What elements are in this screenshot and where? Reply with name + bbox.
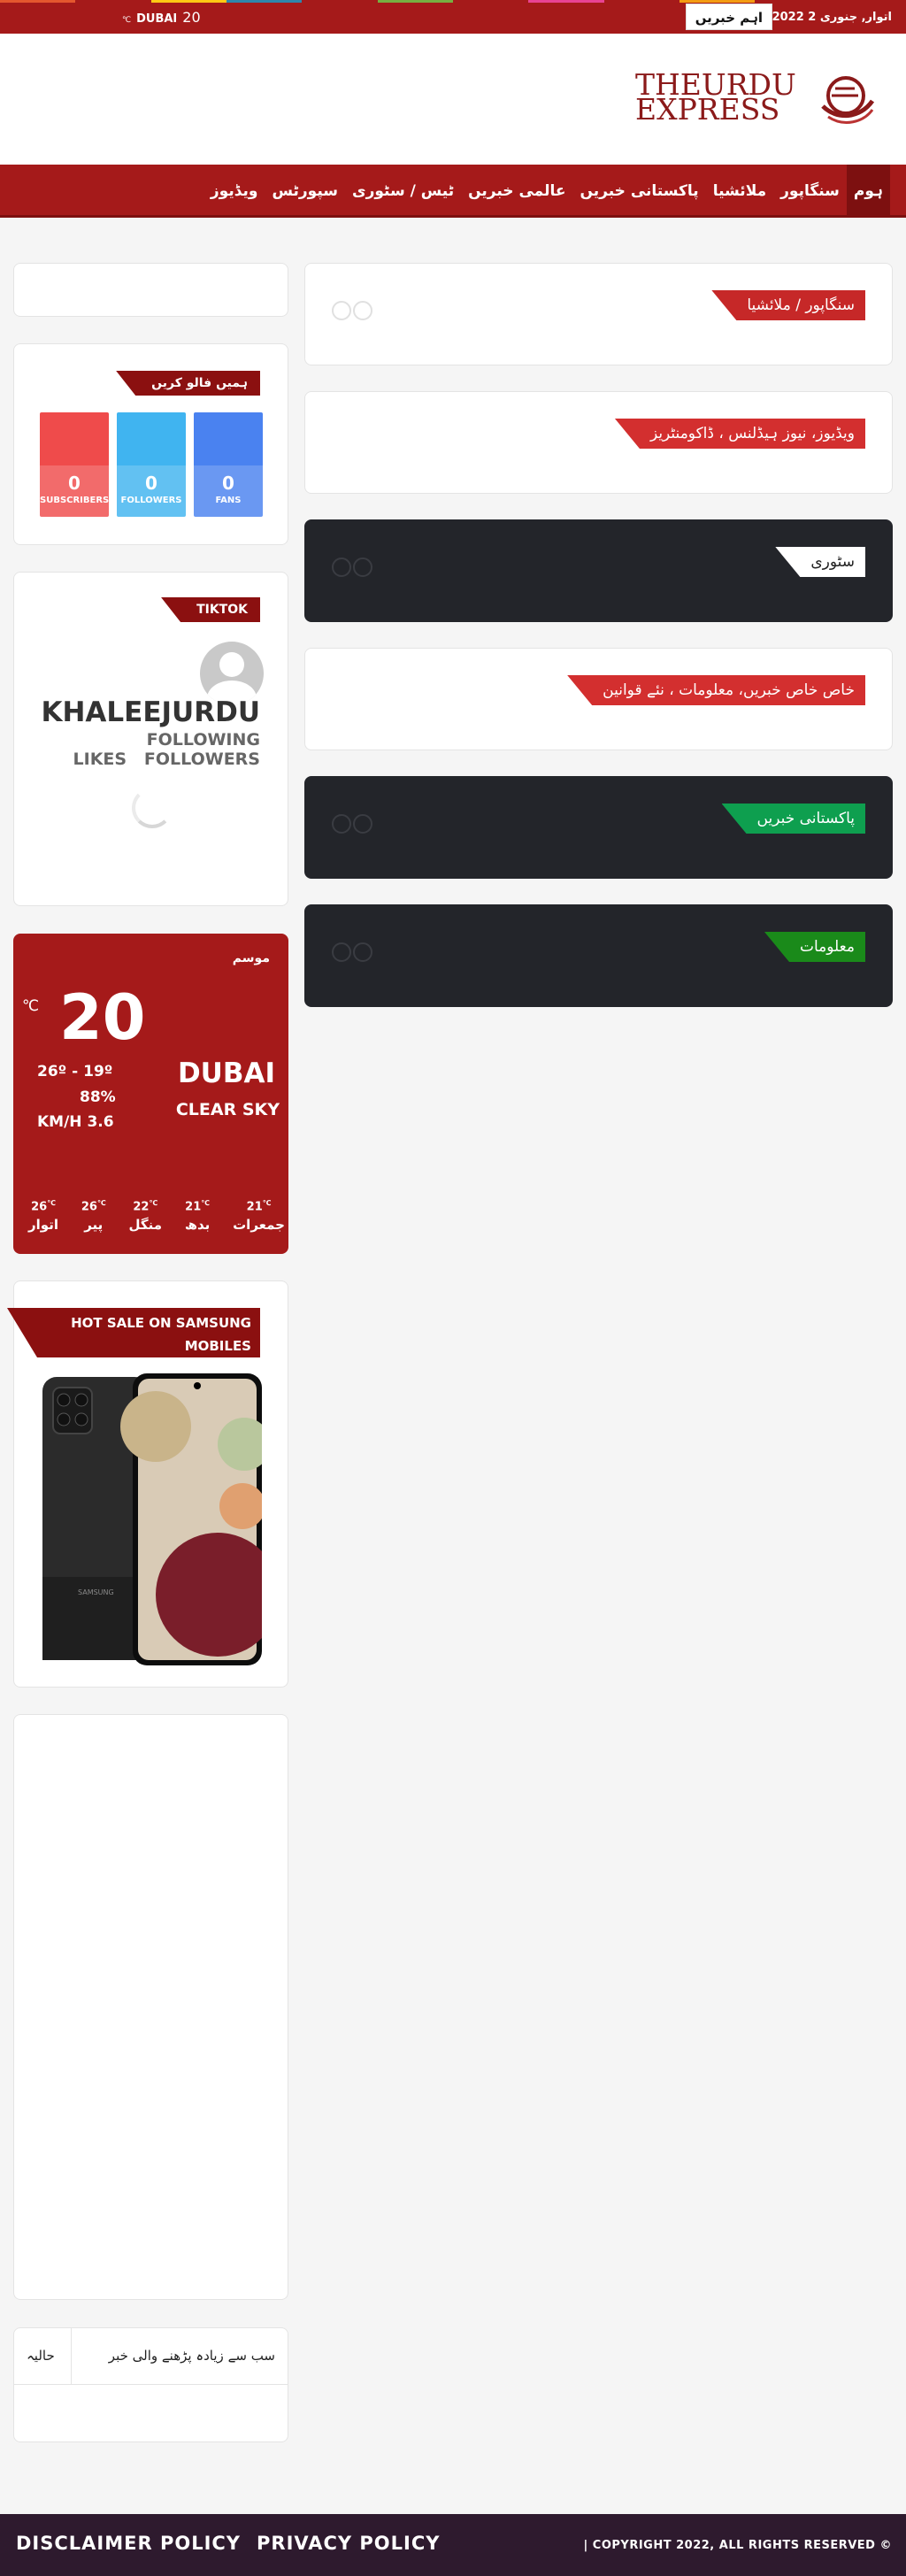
copyright-text: | COPYRIGHT 2022, ALL RIGHTS RESERVED © bbox=[583, 2539, 892, 2552]
youtube-subscribers-button[interactable]: 0 SUBSCRIBERS bbox=[40, 412, 109, 517]
stripe-segment bbox=[528, 0, 604, 3]
nav-item-stories[interactable]: ٹیس / سٹوری bbox=[345, 165, 461, 218]
weather-unit: ℃ bbox=[22, 997, 40, 1015]
weather-title: موسم bbox=[232, 951, 270, 965]
stripe-segment bbox=[150, 0, 226, 3]
forecast-day: ℃26 پیر bbox=[81, 1199, 106, 1234]
swirl-globe-icon bbox=[821, 76, 874, 124]
breaking-news-label[interactable]: اہم خبریں bbox=[685, 4, 772, 30]
weather-wind: KM/H 3.6 bbox=[37, 1113, 114, 1131]
loading-indicator bbox=[332, 814, 372, 834]
weather-city: DUBAI bbox=[177, 1057, 275, 1089]
news-block-special: خاص خاص خبریں، معلومات ، نئے قوانین bbox=[304, 648, 893, 750]
block-title[interactable]: سٹوری bbox=[775, 547, 865, 577]
fans-label: FANS bbox=[215, 496, 242, 505]
loading-indicator bbox=[332, 557, 372, 577]
top-bar: اتوار, جنوری 2 2022 اہم خبریں ℃ DUBAI 20 bbox=[0, 0, 906, 34]
logo-line-2: EXPRESS bbox=[635, 92, 780, 127]
stripe-segment bbox=[226, 0, 303, 3]
follow-us-widget: ہمیں فالو کریں 0 FANS 0 FOLLOWERS 0 SUBSCRI… bbox=[13, 343, 288, 545]
news-block-pakistan: پاکستانی خبریں bbox=[304, 776, 893, 879]
stripe-segment bbox=[0, 0, 76, 3]
forecast-day: ℃21 بدھ bbox=[184, 1199, 211, 1234]
tab-recent[interactable]: حالیہ bbox=[27, 2328, 55, 2383]
subscribers-count: 0 bbox=[68, 473, 81, 494]
stripe-segment bbox=[452, 0, 529, 3]
followers-count: 0 bbox=[145, 473, 157, 494]
tiktok-username[interactable]: KHALEEJURDU bbox=[41, 696, 260, 728]
stripe-segment bbox=[603, 0, 680, 3]
weather-forecast: ℃26 اتوار ℃26 پیر ℃22 منگل ℃21 بدھ ℃21 جمعرات bbox=[28, 1199, 285, 1233]
stripe-segment bbox=[302, 0, 378, 3]
promo-widget: HOT SALE ON SAMSUNG MOBILES SAMSUNG bbox=[7, 1280, 288, 1688]
likes-followers-label: LIKES FOLLOWERS bbox=[73, 750, 260, 769]
subscribers-label: SUBSCRIBERS bbox=[40, 496, 109, 505]
weather-range: 26º - 19º bbox=[37, 1063, 113, 1080]
weather-description: CLEAR SKY bbox=[175, 1100, 280, 1119]
ad-placeholder-widget bbox=[13, 1714, 288, 2300]
privacy-policy-link[interactable]: PRIVACY POLICY bbox=[257, 2533, 440, 2554]
block-title[interactable]: پاکستانی خبریں bbox=[721, 804, 865, 834]
site-footer: DISCLAIMER POLICY PRIVACY POLICY | COPYR… bbox=[0, 2514, 906, 2576]
stripe-segment bbox=[377, 0, 453, 3]
news-block-info: معلومات bbox=[304, 904, 893, 1007]
nav-item-pakistan-news[interactable]: پاکستانی خبریں bbox=[572, 165, 705, 218]
stripe-segment bbox=[75, 0, 151, 3]
widget-title: TIKTOK bbox=[161, 597, 260, 622]
loading-indicator bbox=[332, 942, 372, 962]
tab-most-read[interactable]: سب سے زیادہ پڑھنے والی خبر bbox=[109, 2328, 275, 2383]
nav-item-sports[interactable]: سپورٹس bbox=[265, 165, 345, 218]
top-weather-city: DUBAI bbox=[136, 12, 178, 26]
sidebar-empty-widget bbox=[13, 263, 288, 317]
tiktok-stats: FOLLOWING LIKES FOLLOWERS bbox=[73, 730, 260, 769]
top-weather-temp: 20 bbox=[182, 9, 201, 26]
widget-title: ہمیں فالو کریں bbox=[116, 371, 260, 396]
news-block-stories: سٹوری bbox=[304, 519, 893, 622]
posts-tabs-widget: سب سے زیادہ پڑھنے والی خبر حالیہ bbox=[13, 2327, 288, 2442]
weather-humidity: 88% bbox=[80, 1088, 116, 1106]
facebook-fans-button[interactable]: 0 FANS bbox=[194, 412, 263, 517]
block-title[interactable]: معلومات bbox=[764, 932, 865, 962]
stripe-segment bbox=[830, 0, 906, 3]
forecast-day: ℃21 جمعرات bbox=[233, 1199, 285, 1234]
followers-label: FOLLOWERS bbox=[120, 496, 182, 505]
top-weather-widget: ℃ DUBAI 20 bbox=[122, 9, 201, 26]
forecast-day: ℃26 اتوار bbox=[28, 1199, 58, 1234]
site-header: THEURDU EXPRESS bbox=[0, 34, 906, 165]
news-block-singapore: سنگاپور / ملائشیا bbox=[304, 263, 893, 365]
stripe-segment bbox=[679, 0, 756, 3]
site-logo[interactable]: THEURDU EXPRESS bbox=[633, 69, 874, 131]
loading-spinner bbox=[132, 788, 173, 828]
color-stripe bbox=[0, 0, 906, 3]
loading-indicator bbox=[332, 301, 372, 320]
stripe-segment bbox=[755, 0, 831, 3]
block-title[interactable]: خاص خاص خبریں، معلومات ، نئے قوانین bbox=[567, 675, 865, 705]
samsung-phone-image[interactable]: SAMSUNG bbox=[41, 1373, 262, 1665]
block-title[interactable]: سنگاپور / ملائشیا bbox=[711, 290, 865, 320]
weather-widget: موسم ℃ 20 26º - 19º 88% KM/H 3.6 DUBAI C… bbox=[13, 934, 288, 1254]
promo-title[interactable]: HOT SALE ON SAMSUNG MOBILES bbox=[7, 1308, 260, 1357]
tiktok-widget: TIKTOK KHALEEJURDU FOLLOWING LIKES FOLLO… bbox=[13, 572, 288, 906]
temp-unit: ℃ bbox=[122, 16, 132, 25]
block-title[interactable]: ویڈیوز، نیوز ہیڈلنس ، ڈاکومنٹریز bbox=[614, 419, 865, 449]
nav-item-malaysia[interactable]: ملائشیا bbox=[706, 165, 773, 218]
current-date: اتوار, جنوری 2 2022 bbox=[772, 11, 892, 24]
nav-item-home[interactable]: ہوم bbox=[846, 165, 890, 218]
samsung-brand-text: SAMSUNG bbox=[78, 1588, 114, 1596]
nav-item-world-news[interactable]: عالمی خبریں bbox=[461, 165, 572, 218]
disclaimer-policy-link[interactable]: DISCLAIMER POLICY bbox=[16, 2533, 241, 2554]
twitter-followers-button[interactable]: 0 FOLLOWERS bbox=[117, 412, 186, 517]
forecast-day: ℃22 منگل bbox=[128, 1199, 163, 1234]
weather-temp: 20 bbox=[59, 981, 146, 1054]
news-block-videos: ویڈیوز، نیوز ہیڈلنس ، ڈاکومنٹریز bbox=[304, 391, 893, 494]
nav-item-videos[interactable]: ویڈیوز bbox=[203, 165, 265, 218]
fans-count: 0 bbox=[222, 473, 234, 494]
following-label: FOLLOWING bbox=[146, 730, 260, 750]
nav-item-singapore[interactable]: سنگاپور bbox=[773, 165, 847, 218]
main-navigation: ہوم سنگاپور ملائشیا پاکستانی خبریں عالمی… bbox=[0, 165, 906, 218]
